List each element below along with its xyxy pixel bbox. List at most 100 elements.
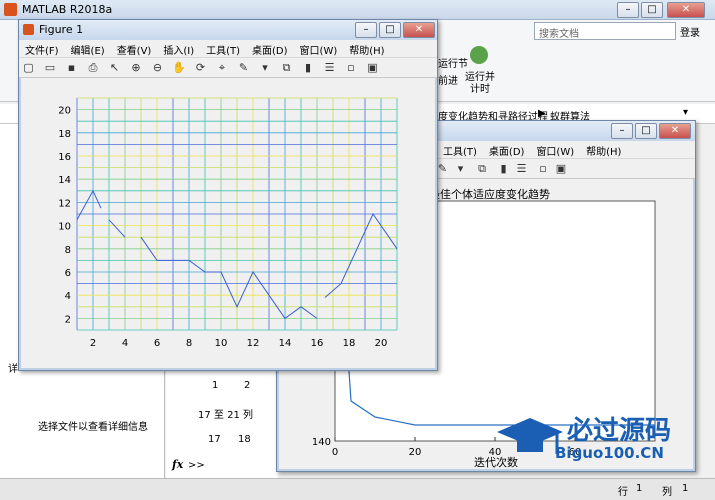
details-label: 详 bbox=[8, 364, 18, 375]
address-separator-icon: ▶ bbox=[538, 108, 546, 119]
figure2-title: 最佳个体适应度变化趋势 bbox=[429, 188, 550, 201]
zoom-out-icon[interactable]: ⊖ bbox=[150, 60, 165, 75]
cmd-columns-label: 17 至 21 列 bbox=[198, 410, 253, 421]
show-plot-tools-icon[interactable]: ▣ bbox=[365, 60, 380, 75]
menu-item[interactable]: 桌面(D) bbox=[246, 40, 294, 57]
details-hint: 选择文件以查看详细信息 bbox=[38, 422, 148, 433]
status-row-value: 1 bbox=[636, 483, 643, 494]
pan-icon[interactable]: ✋ bbox=[172, 60, 187, 75]
main-window-title: MATLAB R2018a bbox=[22, 3, 113, 16]
close-button[interactable]: ✕ bbox=[659, 123, 691, 139]
figure1-menubar: 文件(F) 编辑(E) 查看(V) 插入(I) 工具(T) 桌面(D) 窗口(W) 帮助(H) bbox=[19, 40, 437, 58]
advance-button[interactable]: 前进 bbox=[438, 72, 458, 87]
figure1-title: Figure 1 bbox=[39, 23, 84, 36]
menu-item[interactable]: 插入(I) bbox=[157, 40, 200, 57]
x-tick-label: 18 bbox=[343, 338, 356, 349]
menu-item[interactable]: 工具(T) bbox=[437, 141, 483, 158]
x-tick-label: 14 bbox=[279, 338, 292, 349]
brush-icon[interactable]: ✎ bbox=[236, 60, 251, 75]
path-line bbox=[140, 236, 318, 320]
x-tick-label: 12 bbox=[247, 338, 260, 349]
x-tick-label: 10 bbox=[215, 338, 228, 349]
status-col-value: 1 bbox=[682, 483, 689, 494]
edit-plot-icon[interactable]: ↖ bbox=[107, 60, 122, 75]
hide-plot-tools-icon[interactable]: ▫ bbox=[536, 161, 551, 176]
run-section-button[interactable]: 运行节 bbox=[438, 55, 468, 70]
colorbar-icon[interactable]: ▮ bbox=[496, 161, 511, 176]
menu-item[interactable]: 帮助(H) bbox=[580, 141, 627, 158]
cmd-value: 1 bbox=[212, 380, 219, 391]
y-tick-label: 8 bbox=[65, 245, 71, 256]
legend-icon[interactable]: ☰ bbox=[514, 161, 529, 176]
figure1-window: Figure 1 – □ ✕ 文件(F) 编辑(E) 查看(V) 插入(I) 工具(T)… bbox=[18, 19, 438, 371]
figure-icon bbox=[23, 24, 34, 35]
x-tick-label: 20 bbox=[375, 338, 388, 349]
minimize-button[interactable]: – bbox=[355, 22, 377, 38]
print-icon[interactable]: ⎙ bbox=[86, 60, 101, 75]
x-tick-label: 8 bbox=[186, 338, 192, 349]
link-plot-icon[interactable]: ⧉ bbox=[475, 161, 490, 176]
maximize-button[interactable]: □ bbox=[635, 123, 657, 139]
watermark: 必过源码 Biguo100.CN bbox=[495, 410, 695, 466]
minimize-button[interactable]: – bbox=[611, 123, 633, 139]
chevron-down-icon[interactable]: ▾ bbox=[683, 107, 688, 118]
legend-icon[interactable]: ☰ bbox=[322, 60, 337, 75]
path-line bbox=[324, 212, 398, 298]
open-file-icon[interactable]: ▭ bbox=[43, 60, 58, 75]
y-tick-label: 6 bbox=[65, 268, 71, 279]
fx-icon: fx bbox=[172, 458, 184, 471]
status-col-label: 列 bbox=[662, 487, 672, 498]
close-button[interactable]: ✕ bbox=[667, 2, 705, 18]
y-tick-label: 20 bbox=[58, 106, 71, 117]
close-button[interactable]: ✕ bbox=[403, 22, 435, 38]
y-tick-label: 2 bbox=[65, 314, 71, 325]
search-placeholder: 搜索文档 bbox=[539, 29, 579, 40]
figure1-chart: 2 4 6 8 10 12 14 16 18 20 20 18 16 14 12 10 8 6 4 2 bbox=[58, 97, 398, 349]
rotate-icon[interactable]: ⟳ bbox=[193, 60, 208, 75]
y-tick-label: 14 bbox=[58, 175, 71, 186]
command-window[interactable]: 1 2 17 至 21 列 17 18 fx >> bbox=[166, 370, 278, 478]
menu-item[interactable]: 帮助(H) bbox=[343, 40, 390, 57]
y-tick-label: 10 bbox=[58, 222, 71, 233]
y-tick-label: 4 bbox=[65, 291, 71, 302]
run-and-time-icon bbox=[470, 46, 488, 64]
login-link[interactable]: 登录 bbox=[680, 24, 700, 39]
zoom-in-icon[interactable]: ⊕ bbox=[129, 60, 144, 75]
command-prompt[interactable]: >> bbox=[188, 460, 205, 471]
x-tick-label: 6 bbox=[154, 338, 160, 349]
menu-item[interactable]: 桌面(D) bbox=[483, 141, 531, 158]
colorbar-icon[interactable]: ▮ bbox=[301, 60, 316, 75]
show-plot-tools-icon[interactable]: ▣ bbox=[554, 161, 569, 176]
maximize-button[interactable]: □ bbox=[641, 2, 663, 18]
x-tick-label: 16 bbox=[311, 338, 324, 349]
y-tick-label: 140 bbox=[312, 437, 331, 448]
figure1-canvas: 2 4 6 8 10 12 14 16 18 20 20 18 16 14 12 10 8 6 4 2 bbox=[21, 78, 435, 368]
cmd-value: 18 bbox=[238, 434, 251, 445]
menu-item[interactable]: 编辑(E) bbox=[65, 40, 111, 57]
search-input[interactable]: 搜索文档 bbox=[534, 22, 676, 40]
dropdown-icon[interactable]: ▾ bbox=[453, 161, 468, 176]
status-bar: 行 1 列 1 bbox=[0, 478, 715, 500]
hide-plot-tools-icon[interactable]: ▫ bbox=[344, 60, 359, 75]
status-row-label: 行 bbox=[618, 487, 628, 498]
x-tick-label: 2 bbox=[90, 338, 96, 349]
new-figure-icon[interactable]: ▢ bbox=[21, 60, 36, 75]
menu-item[interactable]: 工具(T) bbox=[200, 40, 246, 57]
save-icon[interactable]: ▪ bbox=[64, 60, 79, 75]
menu-item[interactable]: 窗口(W) bbox=[294, 40, 344, 57]
link-plot-icon[interactable]: ⧉ bbox=[279, 60, 294, 75]
minimize-button[interactable]: – bbox=[617, 2, 639, 18]
x-tick-label: 0 bbox=[332, 447, 338, 458]
watermark-url: Biguo100.CN bbox=[555, 444, 664, 462]
cmd-value: 2 bbox=[244, 380, 251, 391]
menu-item[interactable]: 窗口(W) bbox=[530, 141, 580, 158]
maximize-button[interactable]: □ bbox=[379, 22, 401, 38]
menu-item[interactable]: 文件(F) bbox=[19, 40, 65, 57]
main-title-bar: MATLAB R2018a – □ ✕ bbox=[0, 0, 715, 20]
menu-item[interactable]: 查看(V) bbox=[111, 40, 158, 57]
dropdown-icon[interactable]: ▾ bbox=[258, 60, 273, 75]
path-line bbox=[108, 219, 126, 238]
data-cursor-icon[interactable]: ⌖ bbox=[215, 60, 230, 75]
path-line bbox=[76, 189, 102, 221]
cmd-value: 17 bbox=[208, 434, 221, 445]
